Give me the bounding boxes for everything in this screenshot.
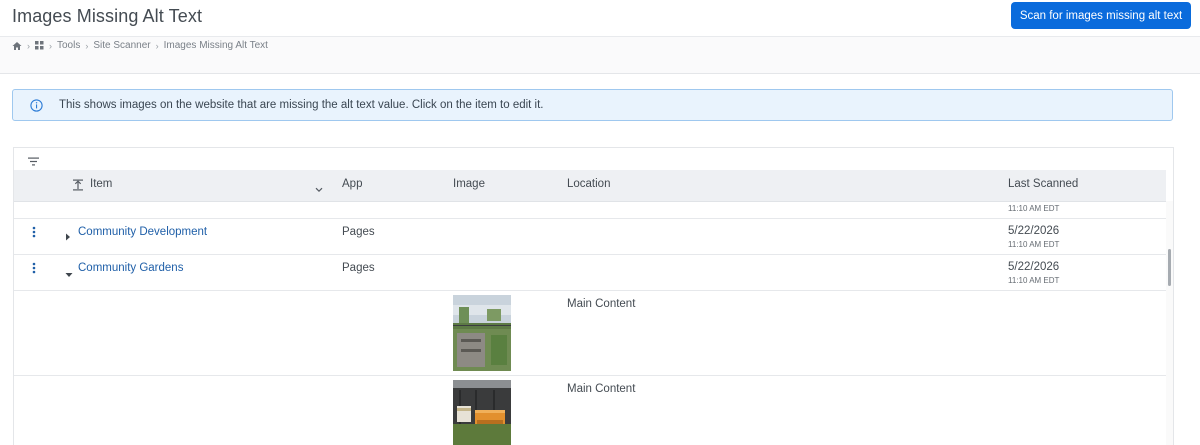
- breadcrumb-item-current: Images Missing Alt Text: [163, 40, 268, 51]
- info-icon: [30, 99, 43, 117]
- column-header-last-scanned[interactable]: Last Scanned: [1008, 178, 1078, 190]
- garden-photo[interactable]: [453, 295, 511, 371]
- scan-time: 11:10 AM EDT: [1008, 204, 1060, 213]
- breadcrumb-item-site-scanner[interactable]: Site Scanner: [93, 40, 150, 51]
- expand-row-icon[interactable]: [65, 228, 71, 246]
- table-row: 11:10 AM EDT: [14, 201, 1166, 219]
- info-text: This shows images on the website that ar…: [59, 99, 544, 111]
- scan-time: 11:10 AM EDT: [1008, 240, 1060, 249]
- image-row[interactable]: Main Content: [14, 376, 1166, 445]
- scan-date: 5/22/2026: [1008, 261, 1060, 273]
- location-cell: Main Content: [567, 383, 636, 395]
- breadcrumb: › › Tools › Site Scanner › Images Missin…: [12, 40, 268, 51]
- chevron-right-icon: ›: [85, 40, 89, 51]
- chevron-right-icon: ›: [27, 40, 30, 51]
- chevron-right-icon: ›: [49, 40, 52, 51]
- row-menu-icon[interactable]: [32, 261, 36, 279]
- breadcrumb-bar: › › Tools › Site Scanner › Images Missin…: [0, 37, 1200, 74]
- filter-icon[interactable]: [28, 153, 39, 171]
- location-cell: Main Content: [567, 298, 636, 310]
- scan-date: 5/22/2026: [1008, 225, 1060, 237]
- collapse-all-icon[interactable]: [73, 178, 83, 196]
- top-bar: Images Missing Alt Text Scan for images …: [0, 0, 1200, 37]
- grid-header: Item App Image Location Last Scanned: [14, 170, 1166, 202]
- column-header-app[interactable]: App: [342, 178, 362, 190]
- beehive-photo[interactable]: [453, 380, 511, 445]
- image-row[interactable]: Main Content: [14, 291, 1166, 376]
- apps-grid-icon[interactable]: [35, 41, 44, 50]
- home-icon[interactable]: [12, 41, 22, 51]
- column-header-item[interactable]: Item: [90, 178, 112, 190]
- table-row[interactable]: Community Gardens Pages 5/22/2026 11:10 …: [14, 255, 1166, 291]
- page-title: Images Missing Alt Text: [12, 6, 203, 26]
- scrollbar-track[interactable]: [1166, 201, 1173, 445]
- scrollbar-thumb[interactable]: [1168, 249, 1171, 286]
- chevron-right-icon: ›: [155, 40, 159, 51]
- info-banner: This shows images on the website that ar…: [12, 89, 1173, 121]
- app-cell: Pages: [342, 262, 375, 274]
- breadcrumb-item-tools[interactable]: Tools: [57, 40, 80, 51]
- app-cell: Pages: [342, 226, 375, 238]
- grid-toolbar: [14, 148, 1173, 170]
- scan-time: 11:10 AM EDT: [1008, 276, 1060, 285]
- item-link[interactable]: Community Development: [78, 226, 207, 238]
- collapse-row-icon[interactable]: [65, 265, 73, 283]
- column-header-location[interactable]: Location: [567, 178, 610, 190]
- item-link[interactable]: Community Gardens: [78, 262, 183, 274]
- row-menu-icon[interactable]: [32, 225, 36, 243]
- chevron-down-icon[interactable]: [315, 180, 323, 198]
- scan-button[interactable]: Scan for images missing alt text: [1011, 2, 1191, 29]
- column-header-image[interactable]: Image: [453, 178, 485, 190]
- data-grid: Item App Image Location Last Scanned 11:…: [13, 147, 1174, 445]
- table-row[interactable]: Community Development Pages 5/22/2026 11…: [14, 219, 1166, 255]
